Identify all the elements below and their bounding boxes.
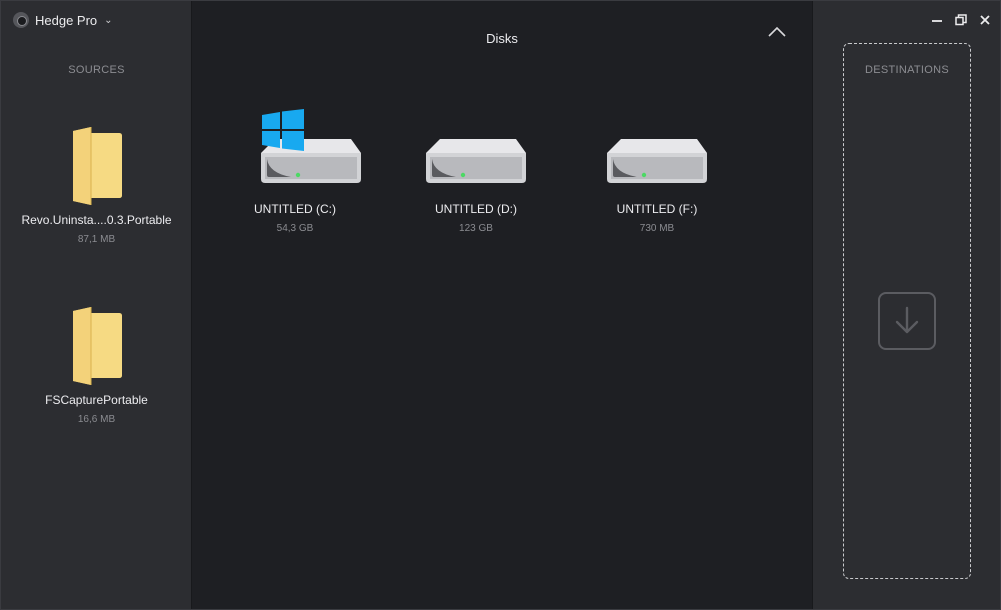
disk-item-f[interactable]: UNTITLED (F:) 730 MB [567,109,747,234]
disk-item-c[interactable]: UNTITLED (C:) 54,3 GB [205,109,385,234]
minimize-button[interactable] [928,11,946,29]
restore-button[interactable] [952,11,970,29]
hard-drive-icon [567,109,747,189]
source-item[interactable]: Revo.Uninsta....0.3.Portable 87,1 MB [1,127,192,245]
download-arrow-icon [895,306,919,334]
disks-title: Disks [486,31,518,46]
disk-size: 730 MB [639,223,675,234]
app-logo-icon [13,12,29,28]
disks-panel: Disks UNTITLED (C:) 54,3 GB UNTITLED (D:… [193,1,811,609]
source-item-size: 16,6 MB [77,414,116,425]
chevron-up-icon [768,26,786,37]
disk-size: 123 GB [459,223,493,234]
close-icon [980,15,990,25]
minimize-icon [932,20,942,22]
add-destination-button[interactable] [878,292,936,350]
app-menu[interactable]: Hedge Pro ⌄ [13,11,113,29]
disk-name: UNTITLED (D:) [435,202,517,216]
folder-icon [71,127,123,205]
disk-size: 54,3 GB [276,223,314,234]
hard-drive-icon [386,109,566,189]
windows-logo-icon [262,109,304,151]
folder-icon [71,307,123,385]
destinations-panel: DESTINATIONS [812,1,1000,609]
source-item-size: 87,1 MB [77,234,116,245]
source-item-name: FSCapturePortable [45,393,148,407]
restore-icon [955,14,967,26]
disk-name: UNTITLED (F:) [616,202,698,216]
app-window: Hedge Pro ⌄ SOURCES Revo.Uninsta....0.3.… [0,0,1001,610]
hard-drive-icon [205,109,385,189]
window-controls [928,11,994,29]
source-item[interactable]: FSCapturePortable 16,6 MB [1,307,192,425]
app-name: Hedge Pro [35,12,98,28]
source-item-name: Revo.Uninsta....0.3.Portable [21,213,172,227]
sources-panel: Hedge Pro ⌄ SOURCES Revo.Uninsta....0.3.… [1,1,192,609]
destinations-heading: DESTINATIONS [864,64,950,76]
collapse-button[interactable] [765,23,789,41]
disk-name: UNTITLED (C:) [254,202,336,216]
close-button[interactable] [976,11,994,29]
disk-item-d[interactable]: UNTITLED (D:) 123 GB [386,109,566,234]
chevron-down-icon: ⌄ [104,14,113,26]
sources-heading: SOURCES [68,64,125,76]
